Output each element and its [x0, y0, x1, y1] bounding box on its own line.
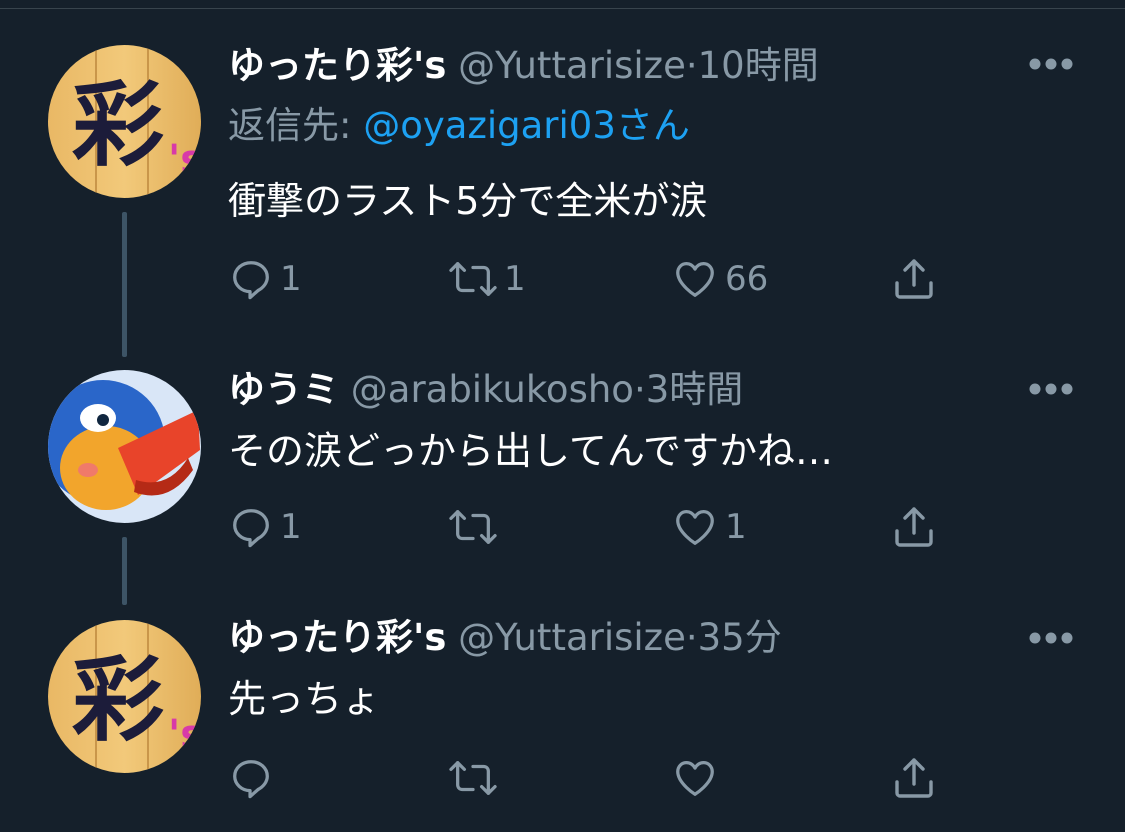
reply-mention-link[interactable]: @oyazigari03さん: [363, 104, 690, 147]
user-handle[interactable]: @Yuttarisize: [458, 44, 686, 87]
avatar-logo-sub: 's: [168, 712, 201, 758]
reply-icon: [233, 509, 269, 548]
tweet-text: 衝撃のラスト5分で全米が涙: [228, 179, 708, 223]
heart-icon: [676, 761, 714, 796]
like-count: 1: [725, 507, 747, 547]
timestamp[interactable]: 35分: [698, 616, 782, 659]
reply-icon: [233, 261, 269, 300]
retweet-count: 1: [504, 259, 526, 299]
reply-count: 1: [280, 259, 302, 299]
share-button[interactable]: [889, 753, 939, 803]
replying-to: 返信先: @oyazigari03さん: [228, 104, 690, 148]
avatar-arabikukosho[interactable]: [48, 370, 201, 523]
retweet-icon: [449, 761, 497, 795]
retweet-icon: [449, 262, 497, 296]
retweet-button[interactable]: [448, 753, 504, 803]
display-name[interactable]: ゆったり彩's: [228, 616, 446, 659]
avatar-yuttarisize[interactable]: 彩 's: [48, 45, 201, 198]
retweet-button[interactable]: [448, 502, 504, 552]
share-icon: [895, 507, 933, 547]
tweet-header: ゆったり彩's @Yuttarisize·10時間: [228, 44, 819, 88]
user-handle[interactable]: @arabikukosho: [351, 368, 634, 411]
tweet-text: その涙どっから出してんですかね…: [228, 429, 833, 473]
avatar-logo-text: 彩: [72, 646, 164, 754]
like-count: 66: [725, 259, 769, 299]
display-name[interactable]: ゆうミ: [228, 368, 339, 411]
share-icon: [895, 259, 933, 299]
more-dots-icon[interactable]: [1028, 631, 1074, 645]
tweet-text: 先っちょ: [228, 677, 381, 721]
timestamp[interactable]: 10時間: [698, 44, 819, 87]
separator-dot: ·: [685, 616, 698, 659]
more-dots-icon[interactable]: [1028, 57, 1074, 71]
retweet-button[interactable]: 1: [448, 254, 526, 304]
display-name[interactable]: ゆったり彩's: [228, 44, 446, 87]
like-button[interactable]: 66: [671, 254, 768, 304]
tweet[interactable]: ゆうミ @arabikukosho·3時間 その涙どっから出してんですかね… 1…: [0, 330, 1125, 600]
tweet-actions: 1 1: [228, 502, 948, 552]
share-icon: [895, 758, 933, 798]
timestamp[interactable]: 3時間: [646, 368, 744, 411]
retweet-icon: [449, 510, 497, 544]
tweet-header: ゆったり彩's @Yuttarisize·35分: [228, 616, 782, 660]
separator-dot: ·: [633, 368, 646, 411]
reply-button[interactable]: 1: [228, 254, 302, 304]
avatar-yuttarisize[interactable]: 彩 's: [48, 620, 201, 773]
heart-icon: [676, 510, 714, 545]
tweet-header: ゆうミ @arabikukosho·3時間: [228, 368, 743, 412]
tweet[interactable]: 彩 's ゆったり彩's @Yuttarisize·35分 先っちょ: [0, 600, 1125, 832]
avatar-logo-sub: 's: [168, 137, 201, 183]
like-button[interactable]: [671, 753, 725, 803]
reply-button[interactable]: [228, 753, 280, 803]
tweet[interactable]: 彩 's ゆったり彩's @Yuttarisize·10時間 返信先: @oya…: [0, 0, 1125, 330]
like-button[interactable]: 1: [671, 502, 747, 552]
tweet-actions: 1 1 66: [228, 254, 948, 304]
separator-dot: ·: [685, 44, 698, 87]
tweet-actions: [228, 753, 948, 803]
more-dots-icon[interactable]: [1028, 382, 1074, 396]
user-handle[interactable]: @Yuttarisize: [458, 616, 686, 659]
heart-icon: [676, 262, 714, 297]
reply-icon: [233, 760, 269, 799]
reply-button[interactable]: 1: [228, 502, 302, 552]
share-button[interactable]: [889, 254, 939, 304]
avatar-logo-text: 彩: [72, 71, 164, 179]
reply-count: 1: [280, 507, 302, 547]
replying-to-label: 返信先:: [228, 104, 364, 147]
share-button[interactable]: [889, 502, 939, 552]
